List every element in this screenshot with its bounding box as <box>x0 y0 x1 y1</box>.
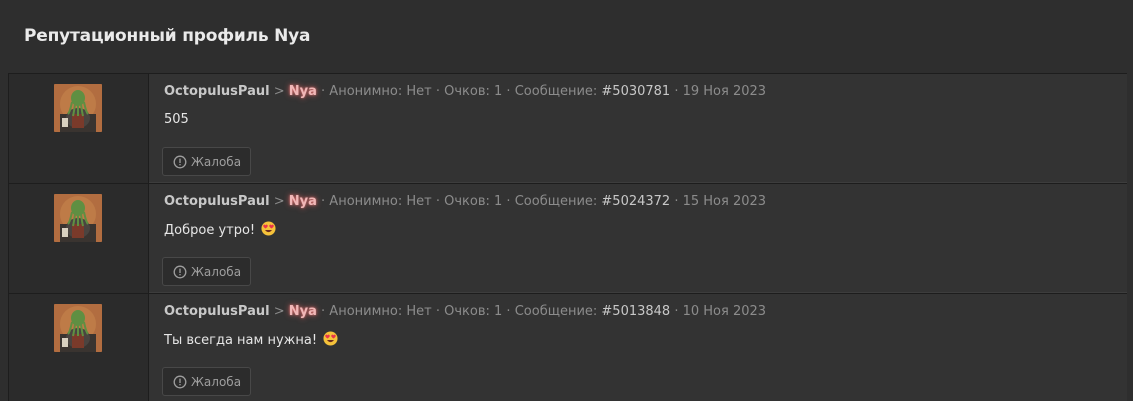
page-title: Репутационный профиль Nya <box>24 26 311 46</box>
avatar[interactable] <box>54 304 102 352</box>
reputation-list: OctopulusPaul > Nya · Анонимно: Нет · Оч… <box>8 73 1127 401</box>
post-link[interactable]: #5030781 <box>601 84 670 99</box>
message-prefix: Сообщение: <box>514 194 602 209</box>
dot-separator: · <box>502 84 515 99</box>
avatar[interactable] <box>54 194 102 242</box>
content-cell: OctopulusPaul > Nya · Анонимно: Нет · Оч… <box>149 184 1127 293</box>
dot-separator: · <box>431 304 445 319</box>
anonymous-label: Анонимно: Нет <box>329 194 432 209</box>
author-link[interactable]: OctopulusPaul <box>164 304 270 319</box>
heart-eyes-emoji-icon <box>261 221 276 236</box>
dot-separator: · <box>670 304 683 319</box>
report-label: Жалоба <box>191 374 242 389</box>
dot-separator: · <box>316 304 330 319</box>
entry-meta: OctopulusPaul > Nya · Анонимно: Нет · Оч… <box>164 303 766 321</box>
dot-separator: · <box>431 84 445 99</box>
separator: > <box>269 194 289 209</box>
post-link[interactable]: #5013848 <box>601 304 670 319</box>
user-cell <box>8 294 149 401</box>
message-text: 505 <box>164 112 189 127</box>
report-button[interactable]: Жалоба <box>162 147 252 176</box>
message-text: Доброе утро! <box>164 223 260 238</box>
anonymous-label: Анонимно: Нет <box>329 304 432 319</box>
entry-message: Доброе утро! <box>164 221 276 240</box>
author-link[interactable]: OctopulusPaul <box>164 194 270 209</box>
heart-eyes-emoji-icon <box>323 331 338 346</box>
points-label: Очков: 1 <box>444 194 503 209</box>
dot-separator: · <box>316 84 330 99</box>
exclamation-circle-icon <box>173 375 187 389</box>
content-cell: OctopulusPaul > Nya · Анонимно: Нет · Оч… <box>149 294 1127 401</box>
dot-separator: · <box>316 194 330 209</box>
dot-separator: · <box>670 194 683 209</box>
avatar[interactable] <box>54 84 102 132</box>
dot-separator: · <box>502 304 515 319</box>
exclamation-circle-icon <box>173 155 187 169</box>
points-label: Очков: 1 <box>444 84 503 99</box>
target-user-link[interactable]: Nya <box>289 194 317 209</box>
author-link[interactable]: OctopulusPaul <box>164 84 270 99</box>
report-button[interactable]: Жалоба <box>162 257 252 286</box>
entry-message: Ты всегда нам нужна! <box>164 331 338 350</box>
separator: > <box>269 84 289 99</box>
points-label: Очков: 1 <box>444 304 503 319</box>
entry-meta: OctopulusPaul > Nya · Анонимно: Нет · Оч… <box>164 83 766 101</box>
report-button[interactable]: Жалоба <box>162 367 252 396</box>
message-text: Ты всегда нам нужна! <box>164 333 322 348</box>
message-prefix: Сообщение: <box>514 304 602 319</box>
report-label: Жалоба <box>191 154 242 169</box>
dot-separator: · <box>670 84 683 99</box>
user-cell <box>8 184 149 293</box>
entry-date: 15 Ноя 2023 <box>682 194 767 209</box>
target-user-link[interactable]: Nya <box>289 304 317 319</box>
entry-date: 19 Ноя 2023 <box>682 84 767 99</box>
user-cell <box>8 74 149 183</box>
entry-date: 10 Ноя 2023 <box>682 304 767 319</box>
exclamation-circle-icon <box>173 265 187 279</box>
target-user-link[interactable]: Nya <box>289 84 317 99</box>
entry-message: 505 <box>164 111 189 129</box>
list-item: OctopulusPaul > Nya · Анонимно: Нет · Оч… <box>8 73 1127 183</box>
report-label: Жалоба <box>191 264 242 279</box>
content-cell: OctopulusPaul > Nya · Анонимно: Нет · Оч… <box>149 74 1127 183</box>
anonymous-label: Анонимно: Нет <box>329 84 432 99</box>
list-item: OctopulusPaul > Nya · Анонимно: Нет · Оч… <box>8 293 1127 401</box>
list-item: OctopulusPaul > Nya · Анонимно: Нет · Оч… <box>8 183 1127 293</box>
message-prefix: Сообщение: <box>514 84 602 99</box>
separator: > <box>269 304 289 319</box>
post-link[interactable]: #5024372 <box>601 194 670 209</box>
entry-meta: OctopulusPaul > Nya · Анонимно: Нет · Оч… <box>164 193 766 211</box>
dot-separator: · <box>502 194 515 209</box>
dot-separator: · <box>431 194 445 209</box>
